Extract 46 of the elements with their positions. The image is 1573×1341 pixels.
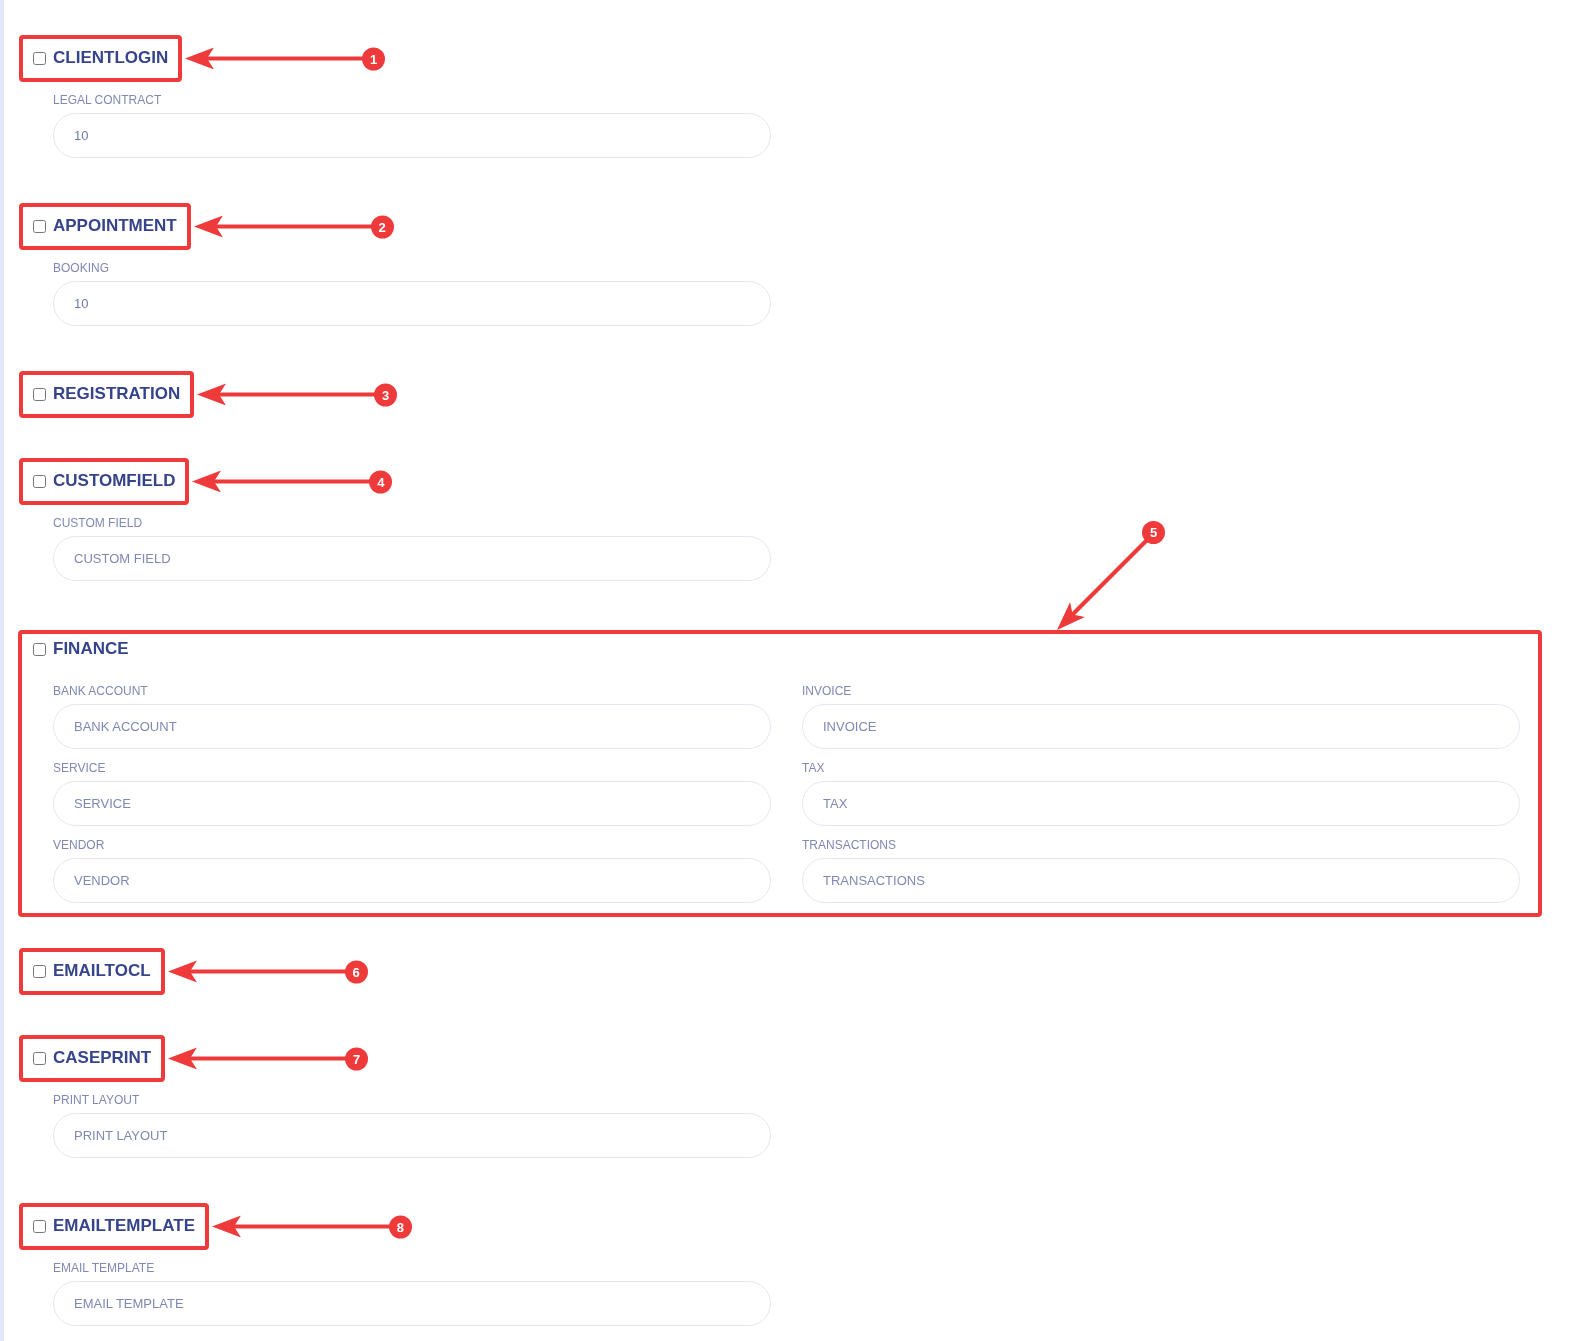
text-field[interactable]: TRANSACTIONS — [802, 858, 1520, 903]
callout-number: 4 — [369, 470, 393, 493]
text-field[interactable]: EMAIL TEMPLATE — [53, 1281, 771, 1326]
field-label: SERVICE — [53, 760, 106, 776]
field-label: BOOKING — [53, 260, 109, 276]
callout-number: 2 — [370, 215, 394, 238]
callout-number: 6 — [344, 960, 368, 983]
field-label: CUSTOM FIELD — [53, 515, 143, 531]
text-field[interactable]: TAX — [802, 781, 1520, 826]
callout-number: 8 — [388, 1215, 412, 1238]
field-label: LEGAL CONTRACT — [53, 92, 162, 108]
section-checkbox[interactable] — [33, 387, 46, 401]
field-label: TRANSACTIONS — [802, 837, 896, 853]
section-checkbox[interactable] — [33, 474, 46, 488]
section-title: EMAILTEMPLATE — [53, 1216, 195, 1236]
field-label: PRINT LAYOUT — [53, 1092, 140, 1108]
text-field[interactable]: CUSTOM FIELD — [53, 536, 771, 581]
field-label: EMAIL TEMPLATE — [53, 1260, 155, 1276]
section-title: CLIENTLOGIN — [53, 48, 169, 68]
section-title: CASEPRINT — [53, 1048, 152, 1068]
section-title: APPOINTMENT — [53, 216, 177, 236]
section-checkbox[interactable] — [33, 964, 46, 978]
field-label: INVOICE — [802, 683, 852, 699]
text-field[interactable]: BANK ACCOUNT — [53, 704, 771, 749]
section-title: FINANCE — [53, 639, 129, 659]
field-label: VENDOR — [53, 837, 105, 853]
field-label: TAX — [802, 760, 825, 776]
section-checkbox[interactable] — [33, 219, 46, 233]
callout-number: 7 — [345, 1047, 369, 1070]
callout-number: 3 — [374, 383, 398, 406]
text-field[interactable]: 10 — [53, 113, 771, 158]
text-field[interactable]: SERVICE — [53, 781, 771, 826]
section-checkbox[interactable] — [33, 1051, 46, 1065]
section-title: REGISTRATION — [53, 384, 181, 404]
callout-number: 1 — [362, 47, 386, 70]
text-field[interactable]: INVOICE — [802, 704, 1520, 749]
field-label: BANK ACCOUNT — [53, 683, 148, 699]
section-title: EMAILTOCL — [53, 961, 151, 981]
section-checkbox[interactable] — [33, 642, 46, 656]
section-checkbox[interactable] — [33, 1219, 46, 1233]
text-field[interactable]: 10 — [53, 281, 771, 326]
text-field[interactable]: PRINT LAYOUT — [53, 1113, 771, 1158]
text-field[interactable]: VENDOR — [53, 858, 771, 903]
section-checkbox[interactable] — [33, 51, 46, 65]
section-title: CUSTOMFIELD — [53, 471, 176, 491]
callout-number: 5 — [1142, 521, 1165, 544]
